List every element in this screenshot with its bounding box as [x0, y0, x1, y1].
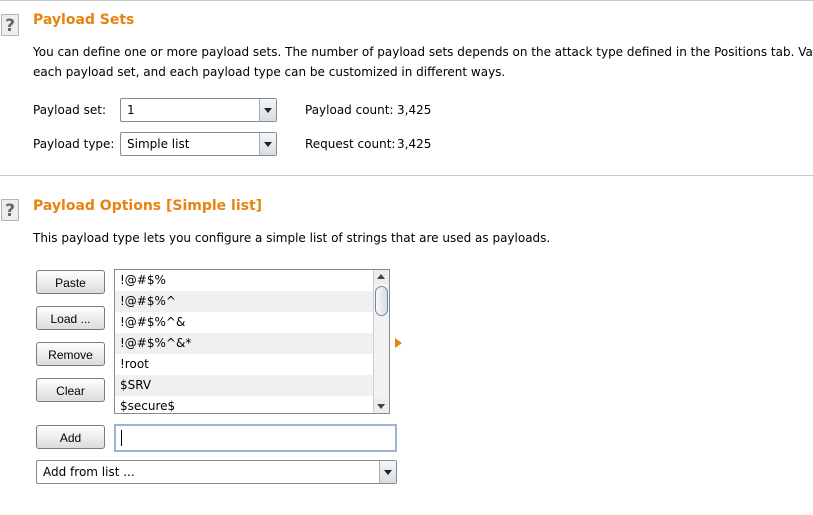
question-mark-icon[interactable]: ? [1, 14, 19, 36]
top-divider [0, 0, 813, 1]
add-button[interactable]: Add [36, 425, 105, 449]
list-item[interactable]: $SRV [115, 375, 374, 396]
load-button[interactable]: Load ... [36, 306, 105, 330]
list-item[interactable]: !@#$%^ [115, 291, 374, 312]
chevron-down-icon [379, 461, 396, 483]
payload-count-value: 3,425 [397, 103, 432, 117]
add-from-list-select[interactable]: Add from list ... [36, 460, 397, 484]
payload-count-label: Payload count: [305, 103, 394, 117]
payload-options-description: This payload type lets you configure a s… [33, 231, 551, 245]
payload-sets-description-line1: You can define one or more payload sets.… [33, 45, 813, 59]
payload-sets-description-line2: each payload set, and each payload type … [33, 65, 506, 79]
list-item[interactable]: !root [115, 354, 374, 375]
text-caret [121, 430, 122, 446]
request-count-label: Request count: [305, 137, 396, 151]
section-divider [0, 175, 813, 176]
paste-button[interactable]: Paste [36, 270, 105, 294]
list-item[interactable]: !@#$% [115, 270, 374, 291]
question-mark-icon[interactable]: ? [1, 199, 19, 221]
scroll-thumb[interactable] [375, 286, 388, 316]
payload-list-scrollbar[interactable] [373, 270, 389, 413]
expand-arrow-icon[interactable] [395, 338, 402, 348]
chevron-down-icon [259, 99, 276, 121]
payload-type-select[interactable]: Simple list [120, 132, 277, 156]
clear-button[interactable]: Clear [36, 378, 105, 402]
payload-options-title: Payload Options [Simple list] [33, 198, 263, 214]
list-item[interactable]: !@#$%^& [115, 312, 374, 333]
payload-set-select[interactable]: 1 [120, 98, 277, 122]
list-item[interactable]: $secure$ [115, 396, 374, 413]
remove-button[interactable]: Remove [36, 342, 105, 366]
list-item[interactable]: !@#$%^&* [115, 333, 374, 354]
payload-type-label: Payload type: [33, 137, 115, 151]
chevron-down-icon [259, 133, 276, 155]
payload-set-value: 1 [127, 103, 135, 117]
scroll-up-icon[interactable] [374, 270, 388, 284]
payload-type-value: Simple list [127, 137, 190, 151]
payload-list[interactable]: !@#$% !@#$%^ !@#$%^& !@#$%^&* !root $SRV $secu… [114, 269, 390, 414]
request-count-value: 3,425 [397, 137, 432, 151]
payload-list-rows: !@#$% !@#$%^ !@#$%^& !@#$%^&* !root $SRV $secu… [115, 270, 374, 413]
payload-sets-title: Payload Sets [33, 12, 135, 28]
add-from-list-value: Add from list ... [43, 465, 135, 479]
payload-set-label: Payload set: [33, 103, 106, 117]
scroll-down-icon[interactable] [374, 399, 388, 413]
add-item-input[interactable] [114, 424, 397, 452]
